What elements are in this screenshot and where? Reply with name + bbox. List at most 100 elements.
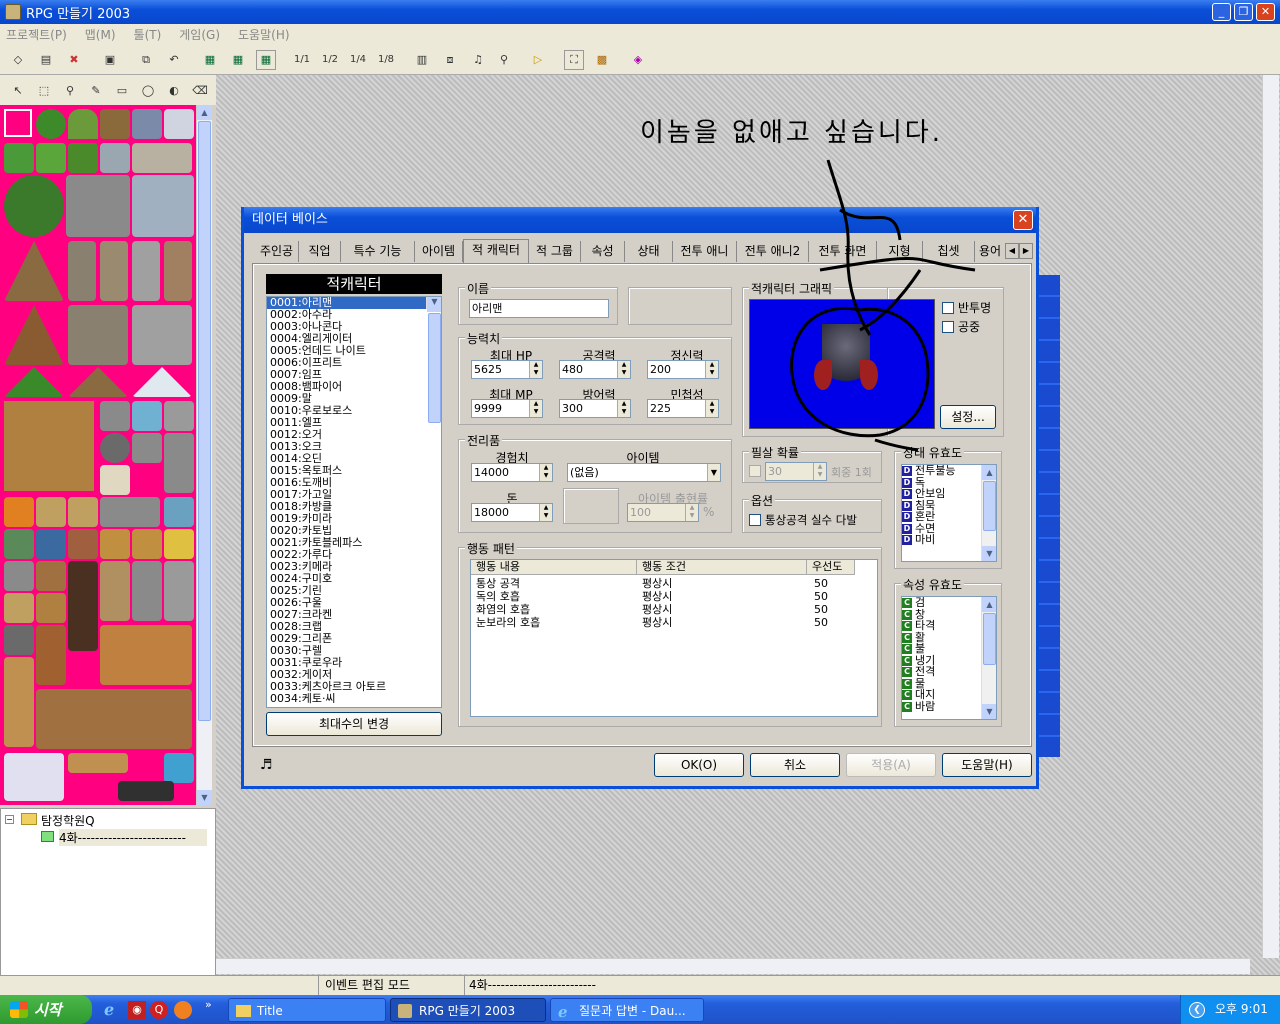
map-vscrollbar[interactable] bbox=[1262, 75, 1279, 958]
ie-icon[interactable]: ℯ bbox=[104, 1000, 122, 1019]
enemy-graphic-preview[interactable] bbox=[749, 299, 935, 429]
name-input[interactable]: 아리맨 bbox=[469, 299, 609, 318]
scroll-up-icon[interactable]: ▲ bbox=[982, 597, 996, 612]
maiden-statue-tile[interactable] bbox=[132, 561, 162, 621]
grave-tile[interactable] bbox=[132, 433, 162, 463]
item-dropdown[interactable]: (없음) ▼ bbox=[567, 463, 721, 482]
cactus-tile[interactable] bbox=[36, 143, 66, 173]
pillar-tile[interactable] bbox=[132, 241, 160, 301]
defense-input[interactable]: 300 ▲ ▼ bbox=[559, 399, 631, 418]
door-tile[interactable] bbox=[4, 657, 34, 747]
task-title[interactable]: Title bbox=[228, 998, 386, 1022]
zoom-icon[interactable]: ⚲ bbox=[60, 81, 80, 101]
book-icon[interactable]: ◈ bbox=[628, 50, 648, 70]
scale-1-1-button[interactable]: 1/1 bbox=[292, 50, 312, 70]
firefox-icon[interactable] bbox=[174, 1001, 192, 1019]
stump-tile[interactable] bbox=[100, 109, 130, 139]
cross-tile[interactable] bbox=[164, 529, 194, 559]
skull-tile[interactable] bbox=[100, 465, 130, 495]
bush-tile[interactable] bbox=[4, 143, 34, 173]
bench-tile[interactable] bbox=[68, 753, 128, 773]
dialog-close-button[interactable]: ✕ bbox=[1013, 210, 1033, 230]
close-project-icon[interactable]: ✖ bbox=[64, 50, 84, 70]
piano-tile[interactable] bbox=[118, 781, 174, 801]
scroll-up-icon[interactable]: ▲ bbox=[197, 105, 212, 120]
help-button[interactable]: 도움말(H) bbox=[942, 753, 1032, 777]
flying-checkbox[interactable] bbox=[942, 321, 954, 333]
tower2-tile[interactable] bbox=[100, 241, 128, 301]
scale-1-2-button[interactable]: 1/2 bbox=[320, 50, 340, 70]
close-button[interactable]: ✕ bbox=[1256, 3, 1275, 21]
pencil-icon[interactable]: ✎ bbox=[86, 81, 106, 101]
palace-tile[interactable] bbox=[132, 175, 194, 237]
painting-tile[interactable] bbox=[4, 529, 34, 559]
action-header-condition[interactable]: 행동 조건 bbox=[637, 560, 807, 575]
fence-tile[interactable] bbox=[4, 401, 94, 491]
action-header-content[interactable]: 행동 내용 bbox=[471, 560, 637, 575]
undo-icon[interactable]: ↶ bbox=[164, 50, 184, 70]
rock-tile[interactable] bbox=[100, 401, 130, 431]
pointer-icon[interactable]: ↖ bbox=[8, 81, 28, 101]
scroll-down-icon[interactable]: ▼ bbox=[982, 546, 996, 561]
shelf-tile[interactable] bbox=[68, 497, 98, 527]
state-list[interactable]: D 전투불능 D독 D 안보임 D 침묵 D 혼란 D 수면 D 마비 ▲ ▼ bbox=[901, 464, 997, 562]
furniture-tile[interactable] bbox=[36, 689, 192, 749]
tab-attribute[interactable]: 속성 bbox=[581, 241, 625, 262]
castle-wall-tile[interactable] bbox=[132, 143, 192, 173]
tab-troop[interactable]: 적 그룹 bbox=[529, 241, 581, 262]
music-note-icon[interactable]: ♬ bbox=[260, 757, 273, 773]
picture-tile[interactable] bbox=[36, 529, 66, 559]
task-browser[interactable]: ℯ 질문과 답변 - Dau... bbox=[550, 998, 704, 1022]
dirt-hill-tile[interactable] bbox=[68, 367, 128, 397]
rocks-tile[interactable] bbox=[164, 401, 194, 431]
machine-tile[interactable] bbox=[100, 497, 160, 527]
palm-tile[interactable] bbox=[68, 109, 98, 139]
menu-map[interactable]: 맵(M) bbox=[85, 26, 116, 43]
tree-root[interactable]: 탐정학원Q bbox=[41, 812, 95, 829]
search-icon[interactable]: ⚲ bbox=[494, 50, 514, 70]
material-icon[interactable]: ⧈ bbox=[440, 50, 460, 70]
ruins-tile[interactable] bbox=[68, 305, 128, 365]
palm2-tile[interactable] bbox=[68, 143, 98, 173]
graphic-settings-button[interactable]: 설정... bbox=[940, 405, 996, 429]
stained-tile[interactable] bbox=[4, 593, 34, 623]
action-list[interactable]: 행동 내용 행동 조건 우선도 통상 공격 평상시 50 독의 호흡 평상시 50 화염… bbox=[470, 559, 878, 717]
gold-input[interactable]: 18000 ▲ ▼ bbox=[471, 503, 553, 522]
open-project-icon[interactable]: ▤ bbox=[36, 50, 56, 70]
tile-palette[interactable] bbox=[0, 105, 196, 805]
grate-tile[interactable] bbox=[4, 625, 34, 655]
enemy-list-scrollbar[interactable]: ▲ ▼ bbox=[426, 297, 441, 423]
knight-statue-tile[interactable] bbox=[100, 561, 130, 621]
scroll-down-icon[interactable]: ▼ bbox=[427, 297, 441, 309]
tab-skill[interactable]: 특수 기능 bbox=[341, 241, 415, 262]
cave-tile[interactable] bbox=[164, 241, 192, 301]
tab-item[interactable]: 아이템 bbox=[415, 241, 463, 262]
title-icon[interactable]: ▩ bbox=[592, 50, 612, 70]
action-header-priority[interactable]: 우선도 bbox=[807, 560, 855, 575]
table-row[interactable]: 눈보라의 호흡 평상시 50 bbox=[471, 616, 871, 629]
table-tile[interactable] bbox=[36, 497, 66, 527]
event-layer-icon[interactable]: ▦ bbox=[256, 50, 276, 70]
table-row[interactable]: 독의 호흡 평상시 50 bbox=[471, 590, 871, 603]
window-tile[interactable] bbox=[4, 561, 34, 591]
frame-tile[interactable] bbox=[68, 529, 98, 559]
attr-list-scrollbar[interactable]: ▲ ▼ bbox=[981, 597, 996, 719]
ladder-tile[interactable] bbox=[36, 593, 66, 623]
state-list-scrollbar[interactable]: ▲ ▼ bbox=[981, 465, 996, 561]
tab-hero[interactable]: 주인공 bbox=[255, 241, 299, 262]
tower-tile[interactable] bbox=[68, 241, 96, 301]
hill-tile[interactable] bbox=[4, 367, 64, 397]
palette-scrollbar[interactable]: ▲ ▼ bbox=[196, 105, 212, 805]
attack-input[interactable]: 480 ▲ ▼ bbox=[559, 360, 631, 379]
scale-1-8-button[interactable]: 1/8 bbox=[376, 50, 396, 70]
tree-map-item[interactable]: 4화------------------------- bbox=[59, 829, 207, 846]
spirit-input[interactable]: 200 ▲ ▼ bbox=[647, 360, 719, 379]
inn-sign-tile[interactable] bbox=[100, 529, 130, 559]
tab-right-arrow-icon[interactable]: ▶ bbox=[1019, 243, 1033, 259]
start-button[interactable]: 시작 bbox=[0, 995, 92, 1024]
fullscreen-icon[interactable]: ⛶ bbox=[564, 50, 584, 70]
bookshelf-tile[interactable] bbox=[100, 625, 192, 685]
tray-collapse-icon[interactable]: ❮ bbox=[1189, 1002, 1205, 1018]
fill-icon[interactable]: ◐ bbox=[164, 81, 184, 101]
list-item[interactable]: 0034:케토·씨 bbox=[267, 693, 441, 705]
